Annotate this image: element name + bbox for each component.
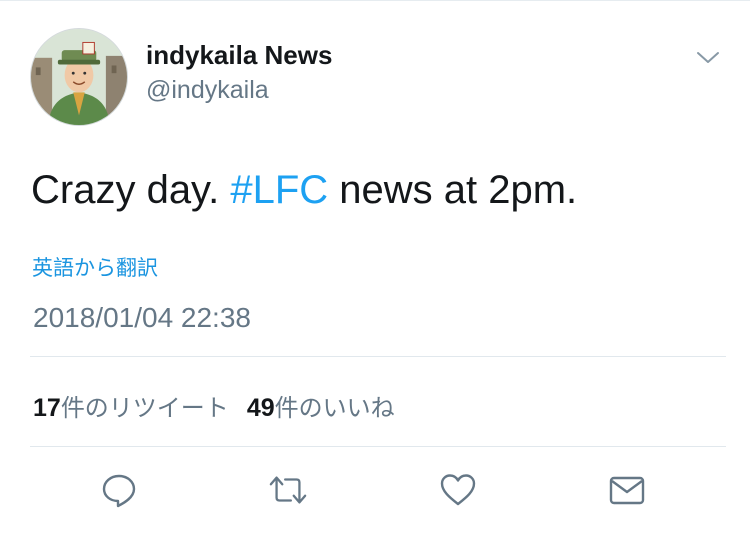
- author-handle[interactable]: @indykaila: [146, 76, 269, 105]
- actions-top-divider: [30, 446, 726, 447]
- timestamp: 2018/01/04 22:38: [33, 302, 251, 333]
- translate-link[interactable]: 英語から翻訳: [32, 252, 158, 282]
- tweet-text-end: news at 2pm.: [328, 168, 578, 212]
- avatar[interactable]: [30, 28, 128, 126]
- like-count[interactable]: 49: [247, 394, 275, 423]
- like-button[interactable]: [438, 470, 478, 510]
- heart-icon: [440, 474, 476, 506]
- speech-bubble-icon: [102, 474, 136, 508]
- hashtag-link[interactable]: #LFC: [230, 168, 328, 212]
- like-label[interactable]: 件のいいね: [275, 388, 395, 423]
- author-name[interactable]: indykaila News: [146, 40, 332, 71]
- tweet-text-start: Crazy day.: [31, 168, 231, 212]
- chevron-down-icon[interactable]: [693, 46, 723, 70]
- retweet-count[interactable]: 17: [33, 394, 61, 423]
- retweet-button[interactable]: [268, 470, 308, 510]
- retweet-arrows-icon: [269, 476, 307, 504]
- message-button[interactable]: [607, 470, 647, 510]
- envelope-icon: [609, 476, 645, 505]
- stats-top-divider: [30, 356, 726, 357]
- avatar-illustration: [31, 29, 127, 125]
- top-divider: [0, 0, 750, 1]
- retweet-label[interactable]: 件のリツイート: [61, 388, 229, 423]
- tweet-text: Crazy day. #LFC news at 2pm.: [31, 168, 577, 213]
- reply-button[interactable]: [99, 470, 139, 510]
- engagement-stats: 17 件のリツイート 49 件のいいね: [33, 388, 413, 423]
